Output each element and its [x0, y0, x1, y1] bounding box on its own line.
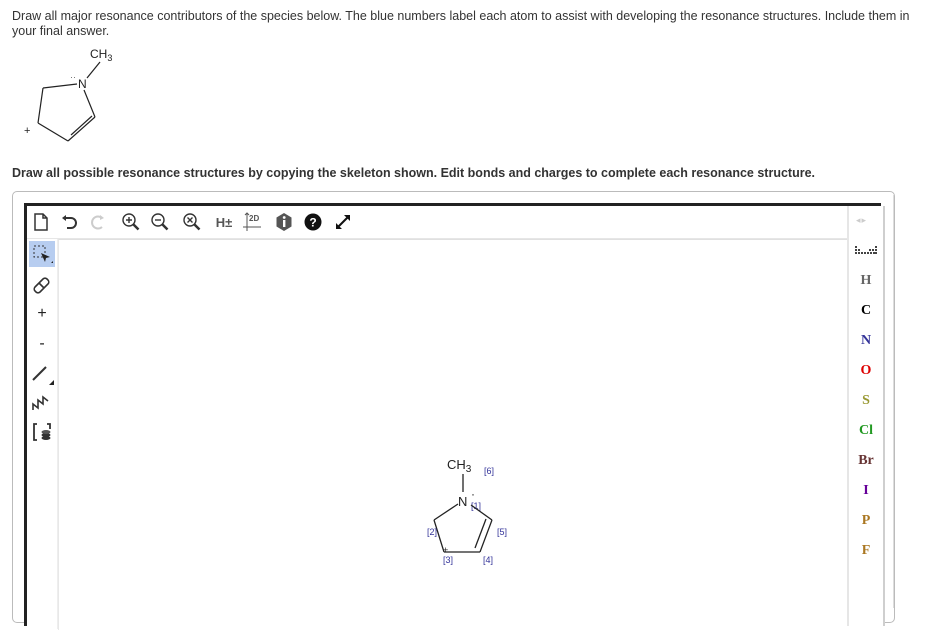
atom-label-5: [5]: [497, 527, 507, 537]
element-button-c[interactable]: C: [849, 299, 883, 323]
zoom-reset-button[interactable]: [180, 210, 204, 234]
help-button[interactable]: ?: [301, 210, 325, 234]
help-icon: ?: [304, 213, 322, 231]
atom-label-2: [2]: [427, 527, 437, 537]
instruction-text: Draw all possible resonance structures b…: [12, 166, 815, 180]
element-button-h[interactable]: H: [849, 269, 883, 293]
atom-label-4: [4]: [483, 555, 493, 565]
periodic-table-icon[interactable]: [855, 246, 877, 256]
select-tool-icon: [33, 245, 53, 263]
redo-button[interactable]: [85, 210, 109, 234]
template-tool-icon: [33, 423, 51, 441]
canvas-molecule[interactable]: CH3 [6] N · [1] [2] [5] + [3] [4]: [414, 452, 534, 582]
eraser-tool-icon: [33, 277, 50, 294]
lone-pair: ··: [70, 72, 76, 82]
element-palette: ◂▸ H C N O S Cl Br I P F: [847, 206, 885, 626]
chain-tool-icon: [32, 395, 49, 410]
increase-charge-tool[interactable]: +: [29, 301, 55, 327]
left-toolbar: + -: [27, 239, 58, 629]
drawing-canvas[interactable]: CH3 [6] N · [1] [2] [5] + [3] [4]: [58, 239, 849, 630]
fullscreen-button[interactable]: [331, 210, 355, 234]
zoom-reset-icon: [183, 213, 201, 231]
molecule-editor: H± 2D ? + - CH3 [6] N · [1] [2] [5] + [3…: [24, 203, 885, 630]
bond-tool[interactable]: [29, 361, 55, 387]
canvas-positive-charge: +: [443, 545, 448, 555]
divider: [893, 195, 894, 608]
svg-text:2D: 2D: [249, 214, 259, 223]
element-button-o[interactable]: O: [849, 359, 883, 383]
methyl-label: CH3: [90, 47, 112, 63]
editor-toolbar: H± 2D ?: [27, 206, 878, 239]
element-button-br[interactable]: Br: [849, 449, 883, 473]
chain-tool[interactable]: [29, 389, 55, 415]
decrease-charge-tool[interactable]: -: [29, 331, 55, 357]
redo-icon: [91, 215, 104, 230]
new-document-icon: [34, 213, 48, 231]
element-button-f[interactable]: F: [849, 539, 883, 563]
bond-n-c2: [42, 83, 78, 89]
n-methyl-bond: [86, 61, 101, 79]
clean-2d-button[interactable]: 2D: [241, 210, 265, 234]
canvas-bond-c4-c5-double: [474, 518, 487, 549]
bond-tool-icon: [32, 366, 54, 385]
bond-c3-c4: [37, 122, 69, 142]
bond-c4-c5-double: [70, 115, 93, 136]
nitrogen-label: N: [78, 77, 87, 91]
element-button-i[interactable]: I: [849, 479, 883, 503]
positive-charge: +: [24, 125, 30, 137]
canvas-nitrogen-label: N: [458, 494, 467, 509]
question-molecule: CH3 N ·· +: [24, 47, 112, 142]
question-prompt: Draw all major resonance contributors of…: [12, 9, 910, 38]
bond-c5-n: [83, 89, 96, 118]
atom-label-6: [6]: [484, 466, 494, 476]
radical-dot: ·: [471, 487, 475, 501]
canvas-methyl-label: CH3: [447, 457, 472, 475]
template-tool[interactable]: [29, 419, 55, 445]
atom-label-3: [3]: [443, 555, 453, 565]
select-tool[interactable]: [29, 241, 55, 267]
clean-2d-icon: 2D: [243, 212, 261, 231]
eraser-tool[interactable]: [29, 271, 55, 297]
undo-icon: [62, 215, 77, 229]
info-icon: [276, 213, 292, 231]
undo-button[interactable]: [58, 210, 82, 234]
zoom-out-button[interactable]: [148, 210, 172, 234]
fullscreen-icon: [336, 215, 350, 229]
element-button-p[interactable]: P: [849, 509, 883, 533]
palette-collapse-arrows[interactable]: ◂▸: [856, 215, 867, 226]
toggle-hydrogens-button[interactable]: H±: [212, 210, 236, 234]
svg-text:?: ?: [309, 216, 316, 230]
zoom-in-button[interactable]: [119, 210, 143, 234]
info-button[interactable]: [272, 210, 296, 234]
bond-c2-c3: [37, 87, 44, 124]
zoom-out-icon: [151, 213, 169, 231]
canvas-bond-c5-n: [470, 504, 493, 521]
canvas-bond-n-c2: [433, 503, 459, 521]
element-button-n[interactable]: N: [849, 329, 883, 353]
bond-c4-c5: [67, 116, 96, 142]
new-document-button[interactable]: [29, 210, 53, 234]
canvas-bond-c4-c5: [479, 519, 493, 553]
zoom-in-icon: [122, 213, 140, 231]
element-button-cl[interactable]: Cl: [849, 419, 883, 443]
element-button-s[interactable]: S: [849, 389, 883, 413]
